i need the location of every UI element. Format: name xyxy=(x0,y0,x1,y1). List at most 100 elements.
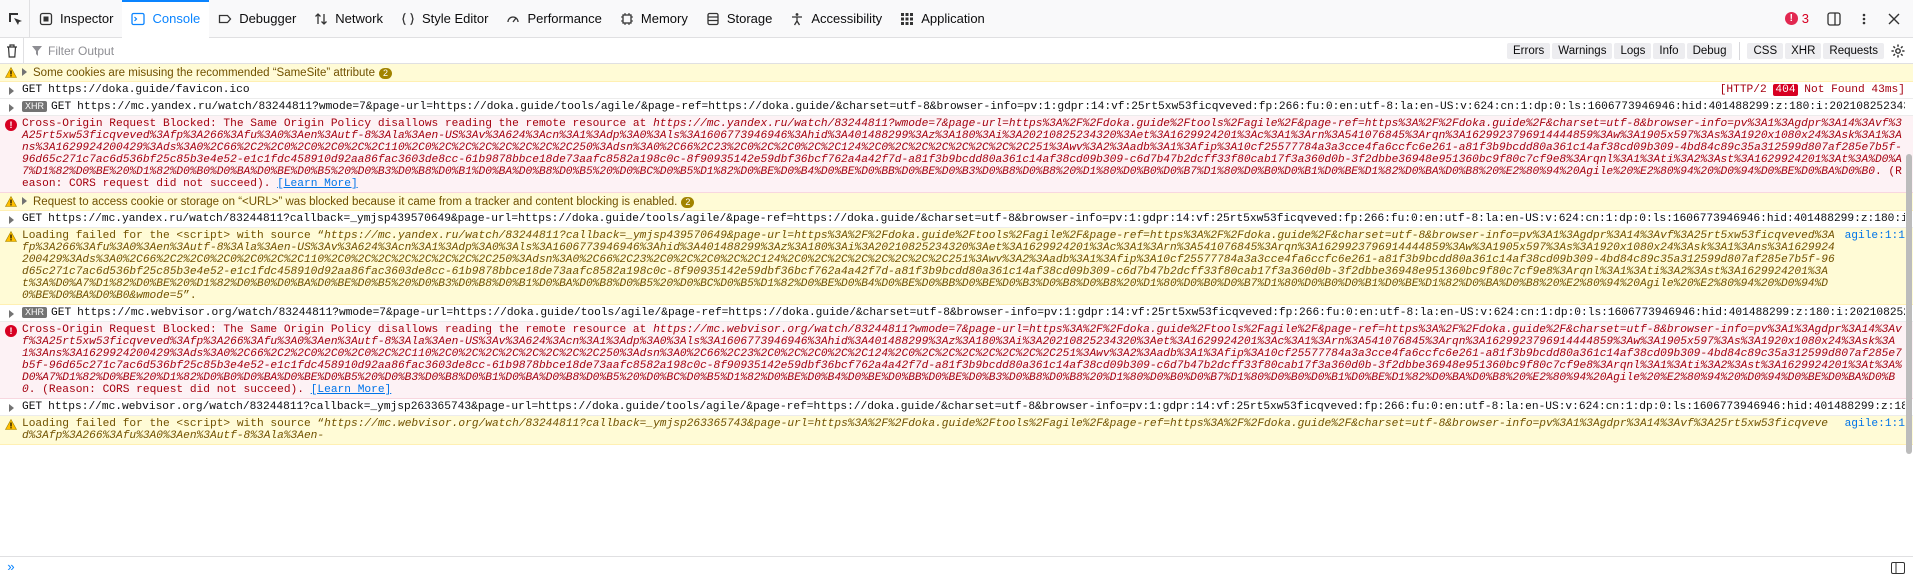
message-text: Some cookies are misusing the recommende… xyxy=(33,67,375,79)
tab-label: Storage xyxy=(726,11,773,26)
console-scrollbar[interactable] xyxy=(1905,64,1913,554)
tab-console[interactable]: Console xyxy=(122,0,210,38)
filter-logs-button[interactable]: Logs xyxy=(1614,42,1652,59)
console-filter-bar: ErrorsWarningsLogsInfoDebug CSSXHRRequest… xyxy=(0,37,1913,64)
tab-label: Application xyxy=(921,11,985,26)
warning-suffix: ”. xyxy=(183,290,197,302)
tab-button[interactable]: Application xyxy=(891,0,994,38)
tab-network[interactable]: Network xyxy=(305,0,392,38)
request-method: GET xyxy=(51,101,72,113)
tab-application[interactable]: Application xyxy=(891,0,994,38)
network-request-row[interactable]: GET https://doka.guide/favicon.ico [HTTP/2… xyxy=(0,82,1913,99)
filter-errors-button[interactable]: Errors xyxy=(1506,42,1551,59)
error-message[interactable]: ! Cross-Origin Request Blocked: The Same … xyxy=(0,116,1913,193)
tab-button[interactable]: Network xyxy=(305,0,392,38)
network-request-row[interactable]: GET https://mc.yandex.ru/watch/83244811?c… xyxy=(0,211,1913,228)
filter-info-button[interactable]: Info xyxy=(1653,42,1685,59)
request-method: GET xyxy=(51,307,72,319)
repeat-count-badge: 2 xyxy=(378,68,392,79)
source-location-link[interactable]: agile:1:1 xyxy=(1838,230,1905,242)
filter-css-button[interactable]: CSS xyxy=(1747,42,1784,59)
editor-mode-toggle[interactable] xyxy=(1887,559,1909,577)
dock-icon xyxy=(1827,11,1841,26)
message-body: Loading failed for the <script> with sou… xyxy=(22,229,1905,303)
dock-button[interactable] xyxy=(1821,6,1847,32)
request-url[interactable]: https://mc.webvisor.org/watch/83244811?w… xyxy=(77,307,1905,319)
console-input[interactable] xyxy=(22,560,1887,575)
filter-input[interactable] xyxy=(48,43,448,58)
tab-label: Performance xyxy=(527,11,602,26)
learn-more-link[interactable]: [Learn More] xyxy=(311,384,392,396)
xhr-request-row[interactable]: XHR GET https://mc.yandex.ru/watch/8324481… xyxy=(0,99,1913,116)
tab-accessibility[interactable]: Accessibility xyxy=(781,0,891,38)
tab-storage[interactable]: Storage xyxy=(697,0,782,38)
tab-label: Console xyxy=(152,11,201,26)
message-body: Some cookies are misusing the recommende… xyxy=(22,65,1905,80)
tab-memory[interactable]: Memory xyxy=(611,0,697,38)
expand-arrow-icon[interactable] xyxy=(0,306,22,320)
request-method: GET xyxy=(22,84,43,96)
error-message[interactable]: ! Cross-Origin Request Blocked: The Same … xyxy=(0,322,1913,399)
tab-button[interactable]: Style Editor xyxy=(392,0,497,38)
script-load-warning[interactable]: Loading failed for the <script> with sou… xyxy=(0,228,1913,305)
tab-button[interactable]: Performance xyxy=(497,0,610,38)
tab-button[interactable]: Storage xyxy=(697,0,782,38)
tab-style-editor[interactable]: Style Editor xyxy=(392,0,497,38)
message-body: GET https://doka.guide/favicon.ico xyxy=(22,83,1905,97)
xhr-request-row[interactable]: XHR GET https://mc.webvisor.org/watch/8324… xyxy=(0,305,1913,322)
element-picker-button[interactable] xyxy=(0,0,30,38)
console-settings-button[interactable] xyxy=(1885,44,1911,58)
expand-arrow-icon[interactable] xyxy=(0,212,22,226)
status-code-badge: 404 xyxy=(1773,84,1798,96)
tab-performance[interactable]: Performance xyxy=(497,0,610,38)
tab-inspector[interactable]: Inspector xyxy=(30,0,122,38)
script-load-warning[interactable]: Loading failed for the <script> with sou… xyxy=(0,416,1913,445)
xhr-badge: XHR xyxy=(22,101,48,112)
warning-message[interactable]: Some cookies are misusing the recommende… xyxy=(0,64,1913,82)
filter-separator xyxy=(1739,41,1741,60)
network-request-row[interactable]: GET https://mc.webvisor.org/watch/8324481… xyxy=(0,399,1913,416)
expand-arrow-icon[interactable] xyxy=(0,83,22,97)
request-url[interactable]: https://mc.webvisor.org/watch/83244811?c… xyxy=(48,401,1905,413)
warning-message[interactable]: Request to access cookie or storage on “… xyxy=(0,193,1913,211)
tab-button[interactable]: Accessibility xyxy=(781,0,891,38)
clear-console-button[interactable] xyxy=(0,37,24,64)
scroll-thumb[interactable] xyxy=(1906,154,1912,454)
inspector-icon xyxy=(38,11,54,27)
options-button[interactable] xyxy=(1851,6,1877,32)
request-url[interactable]: https://doka.guide/favicon.ico xyxy=(48,84,249,96)
console-input-line: » xyxy=(0,556,1913,578)
expand-arrow-icon[interactable] xyxy=(0,100,22,114)
repeat-count-badge: 2 xyxy=(681,197,695,208)
expand-arrow-icon[interactable] xyxy=(22,197,27,205)
error-icon: ! xyxy=(0,323,22,397)
expand-arrow-icon[interactable] xyxy=(22,68,27,76)
tab-button[interactable]: Debugger xyxy=(209,0,305,38)
expand-arrow-icon[interactable] xyxy=(0,400,22,414)
tab-button[interactable]: Inspector xyxy=(30,0,122,38)
trash-icon xyxy=(6,43,17,58)
source-location-link[interactable]: agile:1:1 xyxy=(1838,418,1905,430)
error-count-button[interactable]: ! 3 xyxy=(1777,11,1817,26)
tab-label: Inspector xyxy=(60,11,114,26)
filter-xhr-button[interactable]: XHR xyxy=(1785,42,1822,59)
tab-button[interactable]: Console xyxy=(122,0,209,38)
style-editor-icon xyxy=(400,11,416,27)
close-button[interactable] xyxy=(1881,6,1907,32)
tab-debugger[interactable]: Debugger xyxy=(209,0,305,38)
request-method: GET xyxy=(22,213,43,225)
error-text: Cross-Origin Request Blocked: The Same O… xyxy=(22,324,654,336)
warning-icon xyxy=(0,65,22,80)
filter-requests-button[interactable]: Requests xyxy=(1823,42,1884,59)
error-count: 3 xyxy=(1801,11,1809,26)
filter-warnings-button[interactable]: Warnings xyxy=(1552,42,1613,59)
filter-debug-button[interactable]: Debug xyxy=(1686,42,1733,59)
request-url[interactable]: https://mc.yandex.ru/watch/83244811?call… xyxy=(48,213,1905,225)
network-icon xyxy=(313,11,329,27)
status-text: Not Found 43ms] xyxy=(1804,84,1905,96)
request-url[interactable]: https://mc.yandex.ru/watch/83244811?wmod… xyxy=(77,101,1905,113)
tab-label: Debugger xyxy=(239,11,297,26)
tab-button[interactable]: Memory xyxy=(611,0,697,38)
learn-more-link[interactable]: [Learn More] xyxy=(277,178,358,190)
message-body: GET https://mc.yandex.ru/watch/83244811?c… xyxy=(22,212,1905,226)
